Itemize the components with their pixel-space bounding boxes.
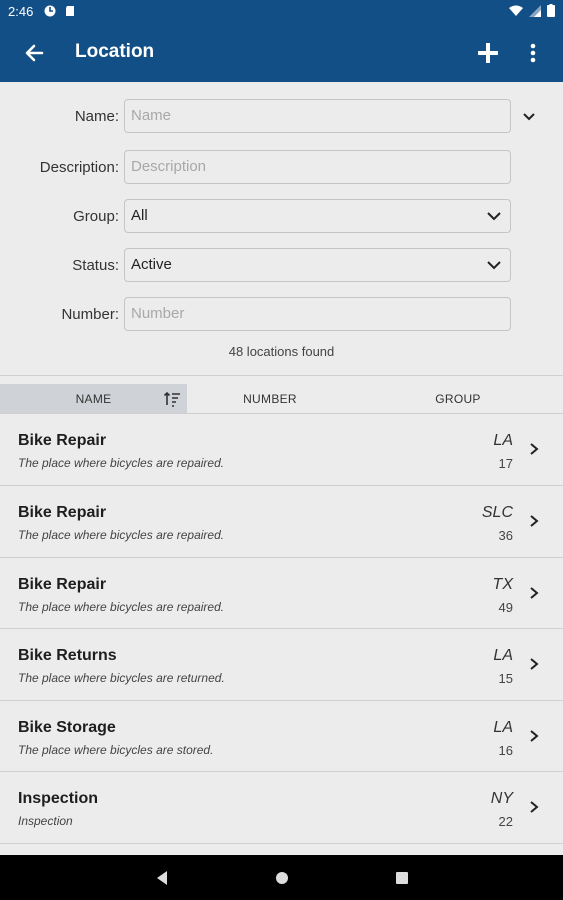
location-description: The place where bicycles are repaired. [18,600,225,614]
chevron-right-icon [530,730,539,742]
column-number[interactable]: NUMBER [187,384,353,413]
location-group: NY [490,790,513,807]
location-group: LA [493,719,513,736]
arrow-back-icon[interactable] [20,39,48,67]
description-label: Description: [39,159,119,176]
system-navigation-bar [0,855,563,900]
status-time: 2:46 [8,4,34,19]
chevron-down-icon [487,261,501,270]
status-bar: 2:46 [0,0,563,24]
number-row: Number: Number [0,297,563,333]
column-group[interactable]: GROUP [353,384,563,413]
number-input[interactable]: Number [124,297,511,331]
list-item[interactable]: Bike Repair The place where bicycles are… [0,557,563,629]
chevron-right-icon [530,658,539,670]
location-name: Bike Repair [18,504,107,521]
chevron-down-icon[interactable] [520,108,538,126]
location-name: Bike Repair [18,576,107,593]
divider [0,375,563,376]
description-input[interactable]: Description [124,150,511,184]
chevron-down-icon [487,212,501,221]
signal-icon [529,4,541,17]
location-description: Inspection [18,814,73,828]
location-group: LA [493,432,513,449]
list-item[interactable]: Bike Storage The place where bicycles ar… [0,700,563,772]
location-name: Bike Repair [18,432,107,449]
location-name: Bike Returns [18,647,117,664]
location-description: The place where bicycles are stored. [18,743,214,757]
status-label: Status: [72,257,119,274]
column-number-label: NUMBER [243,392,297,406]
list-item[interactable]: Inspection Inspection NY 22 [0,771,563,843]
result-count: 48 locations found [228,344,335,359]
group-value: All [131,207,148,224]
location-description: The place where bicycles are repaired. [18,528,225,542]
list-item[interactable]: Bike Repair The place where bicycles are… [0,485,563,557]
chevron-right-icon [530,801,539,813]
sort-icon [163,391,180,407]
nav-back-icon[interactable] [153,869,171,887]
wifi-icon [509,5,523,16]
page-title: Location [75,41,155,62]
number-label: Number: [61,306,119,323]
column-name-label: NAME [75,392,112,406]
list-item [0,843,563,855]
status-icons [509,4,555,17]
list-item[interactable]: Bike Returns The place where bicycles ar… [0,628,563,700]
location-number: 49 [498,600,513,615]
column-headers: NAME NUMBER GROUP [0,384,563,413]
location-description: The place where bicycles are returned. [18,671,225,685]
chevron-right-icon [530,587,539,599]
notification-icon [44,5,56,17]
name-label: Name: [74,108,119,125]
app-bar: Location [0,24,563,82]
location-number: 22 [498,814,513,829]
group-label: Group: [73,208,119,225]
location-name: Inspection [18,790,99,807]
column-name[interactable]: NAME [0,384,187,413]
battery-icon [547,4,555,17]
location-group: SLC [481,504,513,521]
column-group-label: GROUP [435,392,481,406]
sd-card-icon [66,6,74,16]
location-number: 15 [498,671,513,686]
location-number: 36 [498,528,513,543]
group-row: Group: All [0,199,563,235]
status-value: Active [131,256,172,273]
chevron-right-icon [530,515,539,527]
plus-icon[interactable] [474,39,502,67]
filter-form: Name: Name Description: Description Grou… [0,82,563,376]
chevron-right-icon [530,443,539,455]
nav-home-icon[interactable] [273,869,291,887]
location-group: LA [493,647,513,664]
name-input[interactable]: Name [124,99,511,133]
location-number: 17 [498,456,513,471]
status-select[interactable]: Active [124,248,511,282]
location-description: The place where bicycles are repaired. [18,456,225,470]
location-group: TX [492,576,513,593]
list-item[interactable]: Bike Repair The place where bicycles are… [0,413,563,485]
name-row: Name: Name [0,99,563,135]
more-vert-icon[interactable] [521,39,545,67]
location-name: Bike Storage [18,719,116,736]
group-select[interactable]: All [124,199,511,233]
nav-recents-icon[interactable] [393,869,411,887]
description-row: Description: Description [0,150,563,186]
location-number: 16 [498,743,513,758]
status-row: Status: Active [0,248,563,284]
